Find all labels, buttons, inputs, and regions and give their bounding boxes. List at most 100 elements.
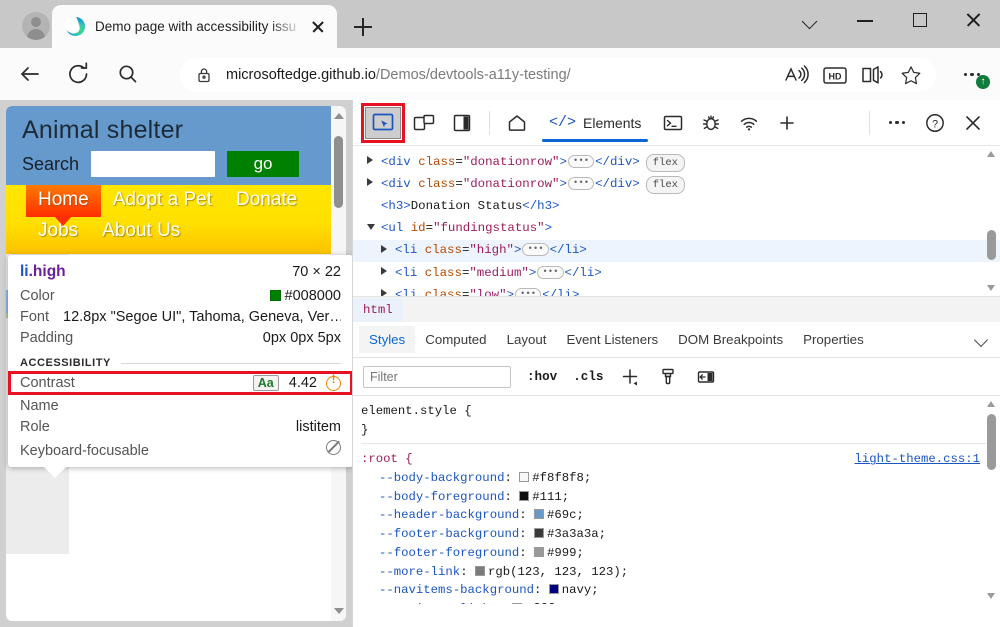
chevron-down-icon[interactable]	[974, 332, 988, 346]
color-swatch-icon[interactable]	[512, 603, 522, 604]
css-declaration[interactable]: --body-foreground: #111;	[379, 488, 1000, 507]
tab-layout[interactable]: Layout	[497, 326, 557, 353]
nav-item-home[interactable]: Home	[26, 185, 101, 217]
dom-node-ul-fundingstatus[interactable]: <ul id="fundingstatus">	[353, 218, 1000, 240]
css-declaration[interactable]: --footer-background: #3a3a3a;	[379, 525, 1000, 544]
close-window-button[interactable]	[946, 0, 1000, 40]
flex-badge[interactable]: flex	[646, 154, 685, 172]
maximize-button[interactable]	[892, 0, 946, 40]
tab-dom-breakpoints[interactable]: DOM Breakpoints	[668, 326, 793, 353]
issues-button[interactable]	[692, 106, 730, 140]
tab-actions-button[interactable]	[784, 0, 838, 40]
read-aloud-icon[interactable]	[778, 60, 816, 90]
color-swatch-icon[interactable]	[475, 566, 485, 576]
search-button[interactable]	[109, 57, 147, 91]
browser-settings-more-button[interactable]: ↑	[958, 61, 992, 89]
expand-arrow-icon[interactable]	[381, 289, 387, 296]
stylesheet-source-link[interactable]: light-theme.css:1	[855, 450, 980, 469]
collapse-arrow-icon[interactable]	[367, 224, 375, 230]
new-style-rule-button[interactable]	[619, 366, 641, 388]
scroll-down-icon[interactable]	[987, 285, 995, 291]
root-rule[interactable]: :root { light-theme.css:1 --body-backgro…	[361, 450, 1000, 604]
hd-icon[interactable]: HD	[816, 60, 854, 90]
flex-badge[interactable]: flex	[646, 176, 685, 194]
expand-arrow-icon[interactable]	[367, 156, 373, 164]
dom-tree-scrollbar[interactable]	[985, 148, 998, 294]
nav-item-about[interactable]: About Us	[90, 216, 192, 248]
color-swatch-icon[interactable]	[549, 584, 559, 594]
expand-arrow-icon[interactable]	[381, 267, 387, 275]
collapsed-children-icon[interactable]: •••	[515, 288, 541, 296]
dom-node-li-high[interactable]: <li class="high">•••</li>	[353, 240, 1000, 262]
search-input[interactable]	[91, 151, 215, 177]
dock-side-button[interactable]	[443, 106, 481, 140]
tab-properties[interactable]: Properties	[793, 326, 874, 353]
styles-css-view[interactable]: element.style { } :root { light-theme.cs…	[353, 396, 1000, 604]
scroll-down-icon[interactable]	[334, 608, 344, 614]
url-bar[interactable]: microsoftedge.github.io/Demos/devtools-a…	[180, 58, 936, 92]
scroll-down-icon[interactable]	[987, 593, 995, 599]
color-swatch-icon[interactable]	[519, 491, 529, 501]
nav-item-donate[interactable]: Donate	[224, 185, 309, 217]
dom-node-div-donationrow[interactable]: <div class="donationrow">•••</div>flex	[353, 173, 1000, 195]
dom-tree[interactable]: <div class="donationrow">•••</div>flex <…	[353, 146, 1000, 296]
dom-node-li-low[interactable]: <li class="low">•••</li>	[353, 284, 1000, 296]
collapsed-children-icon[interactable]: •••	[537, 266, 563, 279]
favorite-star-icon[interactable]	[892, 60, 930, 90]
immersive-reader-icon[interactable]	[854, 60, 892, 90]
scrollbar-thumb[interactable]	[987, 230, 996, 260]
expand-arrow-icon[interactable]	[381, 245, 387, 253]
back-button[interactable]	[11, 57, 49, 91]
network-button[interactable]	[730, 106, 768, 140]
inspect-element-button[interactable]	[365, 107, 401, 139]
toggle-computed-sidebar-button[interactable]	[695, 366, 717, 388]
css-declaration[interactable]: --body-background: #f8f8f8;	[379, 469, 1000, 488]
expand-arrow-icon[interactable]	[367, 178, 373, 186]
breadcrumb-item-html[interactable]: html	[353, 298, 403, 322]
browser-tab[interactable]: Demo page with accessibility issu	[52, 5, 337, 48]
cls-button[interactable]: .cls	[573, 370, 603, 384]
tab-styles[interactable]: Styles	[359, 326, 415, 353]
tab-event-listeners[interactable]: Event Listeners	[557, 326, 669, 353]
scroll-up-icon[interactable]	[987, 151, 995, 157]
add-tool-button[interactable]	[768, 106, 806, 140]
scrollbar-thumb[interactable]	[334, 136, 343, 208]
styles-scrollbar[interactable]	[985, 398, 998, 602]
nav-item-adopt[interactable]: Adopt a Pet	[101, 185, 224, 217]
console-button[interactable]	[654, 106, 692, 140]
color-swatch-icon[interactable]	[534, 509, 544, 519]
hov-button[interactable]: :hov	[527, 370, 557, 384]
element-style-rule[interactable]: element.style { }	[361, 402, 1000, 439]
tab-computed[interactable]: Computed	[415, 326, 496, 353]
css-declaration[interactable]: --more-link: rgb(123, 123, 123);	[379, 563, 1000, 582]
devtools-more-button[interactable]	[878, 106, 916, 140]
collapsed-children-icon[interactable]: •••	[522, 243, 548, 256]
new-tab-button[interactable]	[347, 11, 379, 43]
dom-node-li-medium[interactable]: <li class="medium">•••</li>	[353, 262, 1000, 284]
scroll-up-icon[interactable]	[987, 401, 995, 407]
dom-node-div-donationrow[interactable]: <div class="donationrow">•••</div>flex	[353, 151, 1000, 173]
scrollbar-thumb[interactable]	[987, 414, 996, 470]
styles-filter-input[interactable]	[363, 366, 511, 388]
scroll-up-icon[interactable]	[334, 113, 344, 119]
tab-elements[interactable]: </> Elements	[536, 101, 654, 145]
minimize-button[interactable]	[838, 0, 892, 40]
devtools-close-button[interactable]	[954, 106, 992, 140]
css-declaration[interactable]: --navitems-links: #fff;	[379, 600, 1000, 604]
refresh-button[interactable]	[60, 57, 98, 91]
color-swatch-icon[interactable]	[534, 528, 544, 538]
collapsed-children-icon[interactable]: •••	[568, 155, 594, 168]
color-swatch-icon[interactable]	[519, 472, 529, 482]
css-declaration[interactable]: --header-background: #69c;	[379, 506, 1000, 525]
collapsed-children-icon[interactable]: •••	[568, 177, 594, 190]
color-swatch-icon[interactable]	[534, 547, 544, 557]
go-button[interactable]: go	[227, 151, 299, 177]
home-button[interactable]	[498, 106, 536, 140]
help-button[interactable]: ?	[916, 106, 954, 140]
element-class-style-button[interactable]	[657, 366, 679, 388]
dom-node-h3[interactable]: <h3>Donation Status</h3>	[353, 196, 1000, 218]
css-declaration[interactable]: --footer-foreground: #999;	[379, 544, 1000, 563]
device-emulation-button[interactable]	[405, 106, 443, 140]
css-declaration[interactable]: --navitems-background: navy;	[379, 581, 1000, 600]
close-icon[interactable]	[305, 14, 331, 40]
